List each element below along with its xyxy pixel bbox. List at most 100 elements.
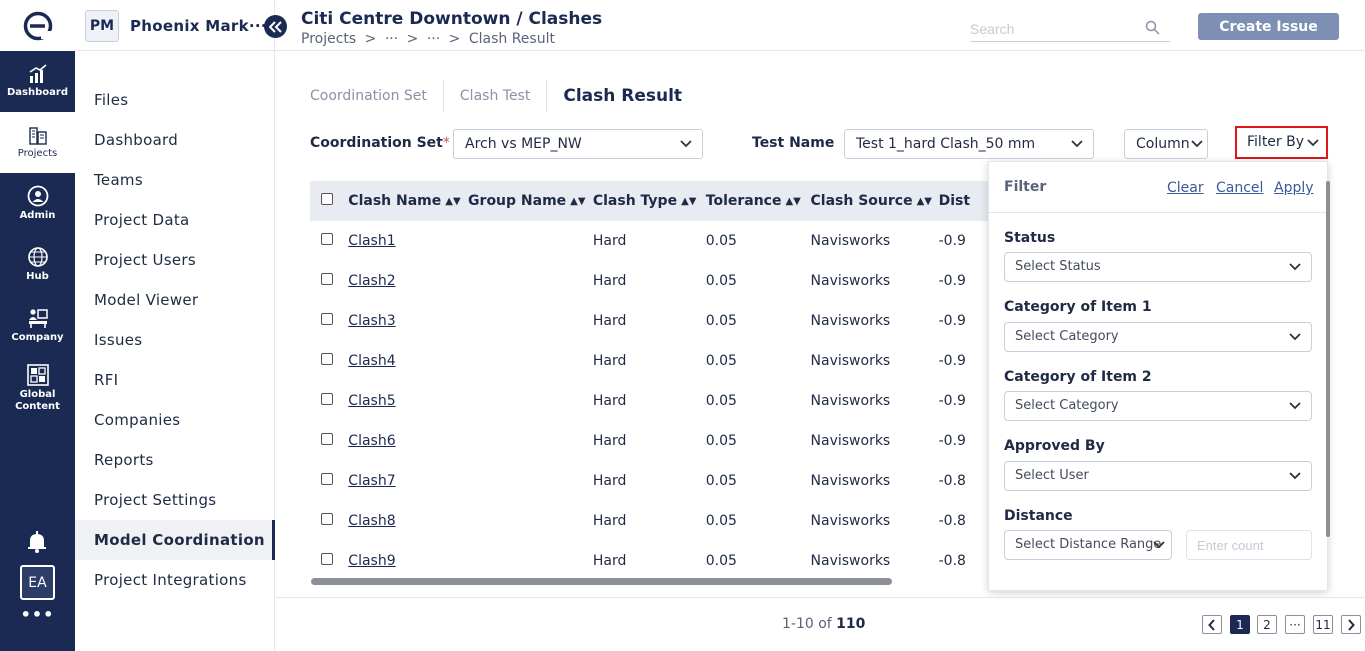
group-name-cell [468,421,593,461]
apply-link[interactable]: Apply [1274,180,1314,196]
collapse-sidebar-button[interactable] [264,15,287,38]
clash-link[interactable]: Clash9 [348,553,395,569]
category-item2-select[interactable]: Select Category [1004,391,1312,421]
sidebar-item-model-viewer[interactable]: Model Viewer [75,280,275,320]
row-checkbox[interactable] [321,553,333,565]
sidebar-item-project-users[interactable]: Project Users [75,240,275,280]
clash-link[interactable]: Clash7 [348,473,395,489]
distance-cell: -0.9 [938,393,966,409]
notifications-button[interactable] [26,530,48,558]
col-tolerance[interactable]: Tolerance ▲▼ [706,181,811,221]
clash-link[interactable]: Clash5 [348,393,395,409]
category-item1-select[interactable]: Select Category [1004,322,1312,352]
create-issue-button[interactable]: Create Issue [1198,13,1339,40]
project-name[interactable]: Phoenix Mark··· [130,17,267,35]
row-checkbox[interactable] [321,393,333,405]
clash-link[interactable]: Clash2 [348,273,395,289]
sort-icon[interactable]: ▲▼ [785,196,800,207]
page-button-11[interactable]: 11 [1313,615,1333,634]
row-checkbox[interactable] [321,273,333,285]
search-icon[interactable] [1145,20,1160,35]
vertical-scrollbar[interactable] [1326,181,1330,537]
sort-icon[interactable]: ▲▼ [917,196,932,207]
table-row[interactable]: Clash5 Hard 0.05 Navisworks -0.9 [310,381,990,421]
coordination-set-label: Coordination Set* [310,135,450,151]
row-checkbox[interactable] [321,473,333,485]
clash-link[interactable]: Clash1 [348,233,395,249]
sidebar-item-files[interactable]: Files [75,80,275,120]
row-checkbox[interactable] [321,353,333,365]
select-all-checkbox[interactable] [321,193,333,205]
table-row[interactable]: Clash4 Hard 0.05 Navisworks -0.9 [310,341,990,381]
next-page-button[interactable] [1341,615,1361,634]
sidebar-item-project-integrations[interactable]: Project Integrations [75,560,275,600]
tab-coordination-set[interactable]: Coordination Set [310,80,444,112]
page-button-2[interactable]: 2 [1257,615,1277,634]
cancel-link[interactable]: Cancel [1216,180,1263,196]
clash-link[interactable]: Clash3 [348,313,395,329]
row-checkbox-cell [310,261,348,301]
clear-link[interactable]: Clear [1167,180,1204,196]
sidebar-item-teams[interactable]: Teams [75,160,275,200]
sort-icon[interactable]: ▲▼ [681,196,696,207]
sidebar-item-reports[interactable]: Reports [75,440,275,480]
tab-clash-result[interactable]: Clash Result [547,80,698,112]
table-row[interactable]: Clash2 Hard 0.05 Navisworks -0.9 [310,261,990,301]
sidebar-item-model-coordination[interactable]: Model Coordination [75,520,275,560]
row-checkbox-cell [310,421,348,461]
page-button-1[interactable]: 1 [1230,615,1250,634]
distance-count-input[interactable] [1186,530,1312,560]
prev-page-button[interactable] [1202,615,1222,634]
col-distance[interactable]: Dist [939,181,990,221]
horizontal-scrollbar[interactable] [311,578,892,585]
sort-icon[interactable]: ▲▼ [570,196,585,207]
table-row[interactable]: Clash7 Hard 0.05 Navisworks -0.8 [310,461,990,501]
app-logo[interactable] [0,0,75,51]
sidebar-item-issues[interactable]: Issues [75,320,275,360]
avatar[interactable]: EA [20,565,55,600]
row-checkbox[interactable] [321,233,333,245]
test-name-select[interactable]: Test 1_hard Clash_50 mm [844,129,1094,159]
rail-company[interactable]: Company [0,295,75,356]
table-row[interactable]: Clash9 Hard 0.05 Navisworks -0.8 [310,541,990,581]
status-select[interactable]: Select Status [1004,252,1312,282]
table-row[interactable]: Clash3 Hard 0.05 Navisworks -0.9 [310,301,990,341]
page-ellipsis-button[interactable]: ··· [1285,615,1305,634]
col-clash-name[interactable]: Clash Name ▲▼ [348,181,468,221]
clash-link[interactable]: Clash6 [348,433,395,449]
column-select[interactable]: Column [1124,129,1208,159]
breadcrumb-ellipsis[interactable]: ··· [427,31,440,47]
sidebar-item-project-settings[interactable]: Project Settings [75,480,275,520]
sidebar-item-companies[interactable]: Companies [75,400,275,440]
approved-by-select[interactable]: Select User [1004,461,1312,491]
col-group-name[interactable]: Group Name ▲▼ [468,181,593,221]
table-row[interactable]: Clash8 Hard 0.05 Navisworks -0.8 [310,501,990,541]
table-row[interactable]: Clash1 Hard 0.05 Navisworks -0.9 [310,221,990,261]
col-clash-source[interactable]: Clash Source ▲▼ [811,181,939,221]
rail-admin[interactable]: Admin [0,173,75,234]
globe-icon [27,247,48,267]
rail-hub[interactable]: Hub [0,234,75,295]
row-checkbox[interactable] [321,313,333,325]
row-checkbox[interactable] [321,433,333,445]
filter-by-button[interactable]: Filter By [1235,126,1328,159]
sidebar-item-rfi[interactable]: RFI [75,360,275,400]
tab-clash-test[interactable]: Clash Test [444,80,548,112]
rail-dashboard[interactable]: Dashboard [0,51,75,112]
search-input[interactable] [970,15,1140,37]
distance-range-select[interactable]: Select Distance Range [1004,530,1172,560]
row-checkbox[interactable] [321,513,333,525]
more-icon[interactable]: ••• [0,605,75,624]
table-row[interactable]: Clash6 Hard 0.05 Navisworks -0.9 [310,421,990,461]
breadcrumb-ellipsis[interactable]: ··· [385,31,398,47]
clash-link[interactable]: Clash4 [348,353,395,369]
rail-projects[interactable]: Projects [0,112,75,173]
breadcrumb-projects[interactable]: Projects [301,31,356,47]
coordination-set-select[interactable]: Arch vs MEP_NW [453,129,703,159]
sidebar-item-dashboard[interactable]: Dashboard [75,120,275,160]
col-clash-type[interactable]: Clash Type ▲▼ [593,181,706,221]
rail-global-content[interactable]: Global Content [0,356,75,420]
sidebar-item-project-data[interactable]: Project Data [75,200,275,240]
clash-link[interactable]: Clash8 [348,513,395,529]
sort-icon[interactable]: ▲▼ [445,196,460,207]
